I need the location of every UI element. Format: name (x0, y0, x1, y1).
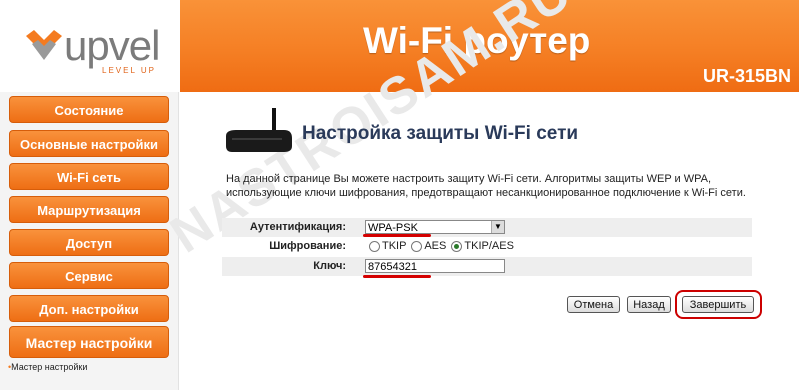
radio-tkip-label: TKIP (382, 240, 407, 252)
sidebar-item-wifi[interactable]: Wi-Fi сеть (9, 163, 169, 190)
auth-label: Аутентификация: (249, 221, 346, 233)
radio-tkip-aes-label: TKIP/AES (464, 240, 514, 252)
sidebar-subitem-label: Мастер настройки (11, 362, 88, 372)
finish-highlight-ring (675, 290, 762, 319)
back-button[interactable]: Назад (627, 296, 671, 313)
auth-select[interactable]: WPA-PSK ▼ (365, 220, 505, 234)
brand-name: upvel (64, 22, 160, 69)
header-title: Wi-Fi роутер (363, 20, 591, 61)
encryption-options: TKIP AES TKIP/AES (367, 237, 514, 256)
radio-tkip[interactable] (369, 240, 380, 252)
model-name: UR-315BN (702, 66, 791, 86)
sidebar: Состояние Основные настройки Wi-Fi сеть … (0, 92, 179, 390)
sidebar-item-service[interactable]: Сервис (9, 262, 169, 289)
sidebar-item-routing[interactable]: Маршрутизация (9, 196, 169, 223)
page-title: Настройка защиты Wi-Fi сети (302, 123, 579, 144)
router-icon (226, 108, 292, 152)
cancel-button[interactable]: Отмена (567, 296, 620, 313)
upvel-logo-icon (26, 30, 62, 60)
encryption-label: Шифрование: (269, 240, 346, 252)
sidebar-item-status[interactable]: Состояние (9, 96, 169, 123)
brand-tagline: LEVEL UP (102, 66, 156, 75)
sidebar-item-basic-settings[interactable]: Основные настройки (9, 130, 169, 157)
auth-highlight-line (363, 234, 431, 237)
sidebar-subitem-wizard[interactable]: •Мастер настройки (8, 362, 87, 372)
encryption-row: Шифрование: TKIP AES TKIP/AES (222, 237, 752, 256)
page-description: На данной странице Вы можете настроить з… (226, 173, 746, 199)
sidebar-item-setup-wizard[interactable]: Мастер настройки (9, 326, 169, 358)
key-highlight-line (363, 275, 431, 278)
logo-area: upvel LEVEL UP (0, 0, 180, 92)
key-row: Ключ: 87654321 (222, 257, 752, 276)
chevron-down-icon[interactable]: ▼ (491, 221, 504, 233)
radio-aes[interactable] (411, 240, 423, 252)
radio-aes-label: AES (424, 240, 447, 252)
sidebar-item-advanced[interactable]: Доп. настройки (9, 295, 169, 322)
radio-tkip-aes[interactable] (451, 240, 463, 252)
header-banner: Wi-Fi роутер UR-315BN (180, 0, 799, 92)
auth-row: Аутентификация: WPA-PSK ▼ (222, 218, 752, 237)
auth-value: WPA-PSK (368, 222, 418, 234)
key-input[interactable]: 87654321 (365, 259, 505, 273)
sidebar-item-access[interactable]: Доступ (9, 229, 169, 256)
key-label: Ключ: (313, 260, 346, 272)
